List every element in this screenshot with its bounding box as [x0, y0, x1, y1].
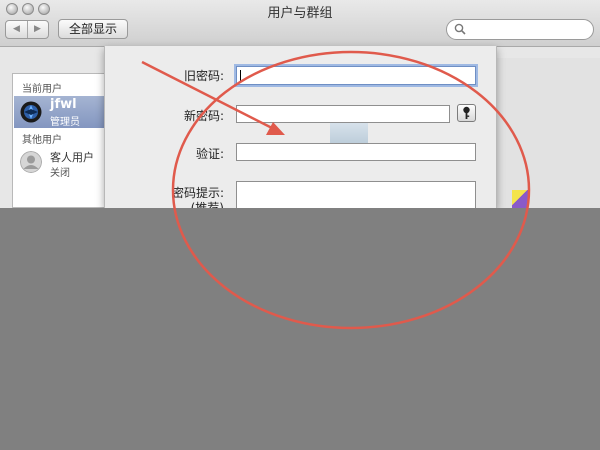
forward-icon[interactable]: ▶ [27, 21, 48, 38]
new-password-field[interactable] [236, 105, 450, 123]
password-hint-sublabel: (推荐) [190, 201, 224, 208]
background-user-picture [330, 120, 368, 145]
old-password-label: 旧密码: [183, 69, 224, 83]
old-password-field[interactable] [236, 66, 476, 85]
guest-name: 客人用户 [50, 151, 94, 164]
verify-label: 验证: [195, 147, 224, 161]
back-icon[interactable]: ◀ [6, 21, 28, 38]
nav-button-group: ◀ ▶ [5, 20, 49, 39]
user-item-guest[interactable]: 客人用户 关闭 [14, 146, 106, 179]
current-users-section-header: 当前用户 [22, 84, 62, 95]
title-bar: 用户与群组 ◀ ▶ 全部显示 [0, 0, 600, 47]
text-caret [240, 70, 241, 82]
new-password-label: 新密码: [183, 109, 224, 123]
search-field[interactable] [446, 19, 594, 40]
other-users-section-header: 其他用户 [22, 135, 62, 146]
guest-status: 关闭 [50, 168, 70, 179]
user-name: jfwl [50, 97, 77, 112]
show-all-button[interactable]: 全部显示 [58, 19, 128, 39]
user-avatar-icon [20, 101, 42, 123]
key-icon [463, 106, 470, 119]
user-list-sidebar: 当前用户 jfwl 管理员 其他用户 客人用户 关闭 [12, 73, 107, 208]
verify-field[interactable] [236, 143, 476, 161]
user-item-jfwl[interactable]: jfwl 管理员 [14, 96, 106, 128]
password-hint-field[interactable] [236, 181, 476, 208]
password-assistant-button[interactable] [457, 104, 476, 122]
users-groups-window: 用户与群组 ◀ ▶ 全部显示 当前用户 jfwl 管理员 其他用户 客人用户 关… [0, 0, 600, 208]
user-role: 管理员 [50, 117, 80, 128]
right-panel-background [495, 58, 600, 208]
guest-avatar-icon [20, 151, 42, 173]
search-icon [454, 23, 466, 35]
decorative-color-stripe [512, 190, 528, 208]
